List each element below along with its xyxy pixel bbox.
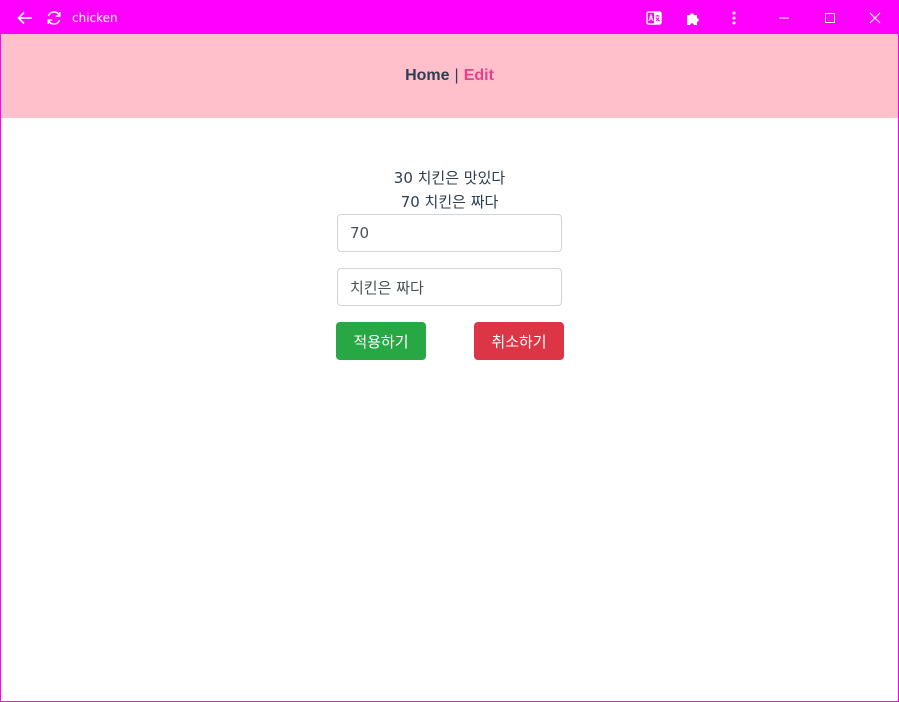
close-icon[interactable] [863, 1, 887, 34]
cancel-button[interactable]: 취소하기 [474, 322, 564, 360]
apply-button[interactable]: 적용하기 [336, 322, 426, 360]
nav-separator: | [454, 67, 459, 84]
list-item: 70 치킨은 짜다 [400, 193, 499, 211]
translate-icon[interactable] [642, 1, 666, 34]
comment-input[interactable] [337, 268, 562, 306]
list-item: 30 치킨은 맛있다 [393, 169, 506, 187]
browser-window: chicken Home | Edit 30 치킨은 맛있다 70 치킨은 짜다… [0, 0, 899, 702]
window-title: chicken [72, 11, 118, 25]
minimize-icon[interactable] [772, 1, 796, 34]
navbar: Home | Edit [1, 34, 898, 118]
entry-list: 30 치킨은 맛있다 70 치킨은 짜다 [1, 166, 898, 214]
nav-home-link[interactable]: Home [405, 67, 449, 85]
kebab-menu-icon[interactable] [722, 1, 746, 34]
score-input[interactable] [337, 214, 562, 252]
reload-icon[interactable] [42, 1, 66, 34]
title-bar: chicken [1, 1, 898, 34]
back-arrow-icon[interactable] [13, 1, 37, 34]
maximize-icon[interactable] [818, 1, 842, 34]
puzzle-icon[interactable] [681, 1, 705, 34]
nav-edit-link[interactable]: Edit [464, 67, 494, 85]
